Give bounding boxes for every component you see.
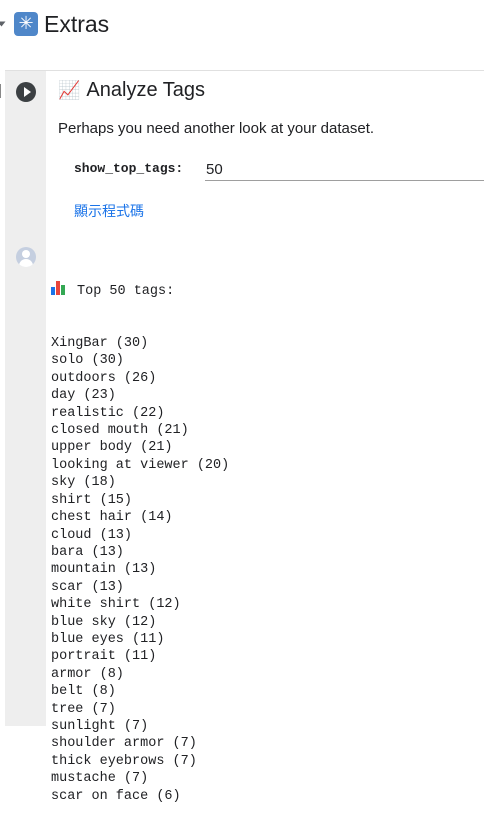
tag-line: scar (13) [51, 579, 124, 595]
output-gutter [5, 238, 46, 726]
output-avatar-icon[interactable] [16, 247, 36, 267]
cell-body: 📈 Analyze Tags Perhaps you need another … [46, 70, 484, 239]
tag-line: belt (8) [51, 684, 116, 700]
tag-line: portrait (11) [51, 649, 157, 665]
tag-line: bara (13) [51, 544, 124, 560]
output-area: Top 50 tags: XingBar (30) solo (30) outdoo… [5, 238, 484, 804]
param-label: show_top_tags: [74, 161, 184, 176]
cell-title: 📈 Analyze Tags [58, 79, 205, 102]
tag-line: XingBar (30) [51, 336, 149, 352]
run-cell-button[interactable] [16, 82, 36, 102]
tag-line: sunlight (7) [51, 718, 149, 734]
tag-line: shoulder armor (7) [51, 736, 197, 752]
tag-list: XingBar (30) solo (30) outdoors (26) day (2… [51, 335, 229, 805]
tag-line: mustache (7) [51, 771, 149, 787]
section-header[interactable]: ✳ Extras [0, 8, 109, 40]
collapse-caret-icon[interactable] [0, 21, 6, 27]
tag-line: blue sky (12) [51, 614, 157, 630]
tag-line: thick eyebrows (7) [51, 753, 197, 769]
tag-line: sky (18) [51, 475, 116, 491]
output-header: Top 50 tags: [77, 283, 175, 299]
cell-gutter [0, 70, 46, 239]
tag-line: closed mouth (21) [51, 423, 189, 439]
tag-line: outdoors (26) [51, 370, 157, 386]
tag-line: chest hair (14) [51, 510, 173, 526]
tag-line: cloud (13) [51, 527, 133, 543]
tag-line: upper body (21) [51, 440, 173, 456]
tag-line: solo (30) [51, 353, 124, 369]
code-cell[interactable]: 📈 Analyze Tags Perhaps you need another … [0, 70, 484, 239]
bar-chart-icon [51, 280, 67, 295]
tag-line: realistic (22) [51, 405, 165, 421]
section-title: Extras [44, 10, 110, 37]
tag-line: looking at viewer (20) [51, 457, 230, 473]
tag-line: day (23) [51, 388, 116, 404]
tag-line: blue eyes (11) [51, 631, 165, 647]
tag-line: shirt (15) [51, 492, 133, 508]
show-top-tags-input[interactable] [205, 158, 484, 181]
tag-line: tree (7) [51, 701, 116, 717]
asterisk-icon: ✳ [14, 12, 38, 36]
output-header-line: Top 50 tags: [51, 280, 229, 300]
tag-line: armor (8) [51, 666, 124, 682]
tag-line: mountain (13) [51, 562, 157, 578]
tag-line: scar on face (6) [51, 788, 181, 804]
chart-increasing-icon: 📈 [58, 80, 81, 101]
show-code-link[interactable]: 顯示程式碼 [74, 201, 144, 221]
cell-description: Perhaps you need another look at your da… [58, 120, 375, 137]
cell-title-text: Analyze Tags [86, 79, 206, 101]
tag-line: white shirt (12) [51, 597, 181, 613]
output-text: Top 50 tags: XingBar (30) solo (30) outdoo… [51, 246, 229, 840]
cell-edge-marker [0, 84, 4, 98]
